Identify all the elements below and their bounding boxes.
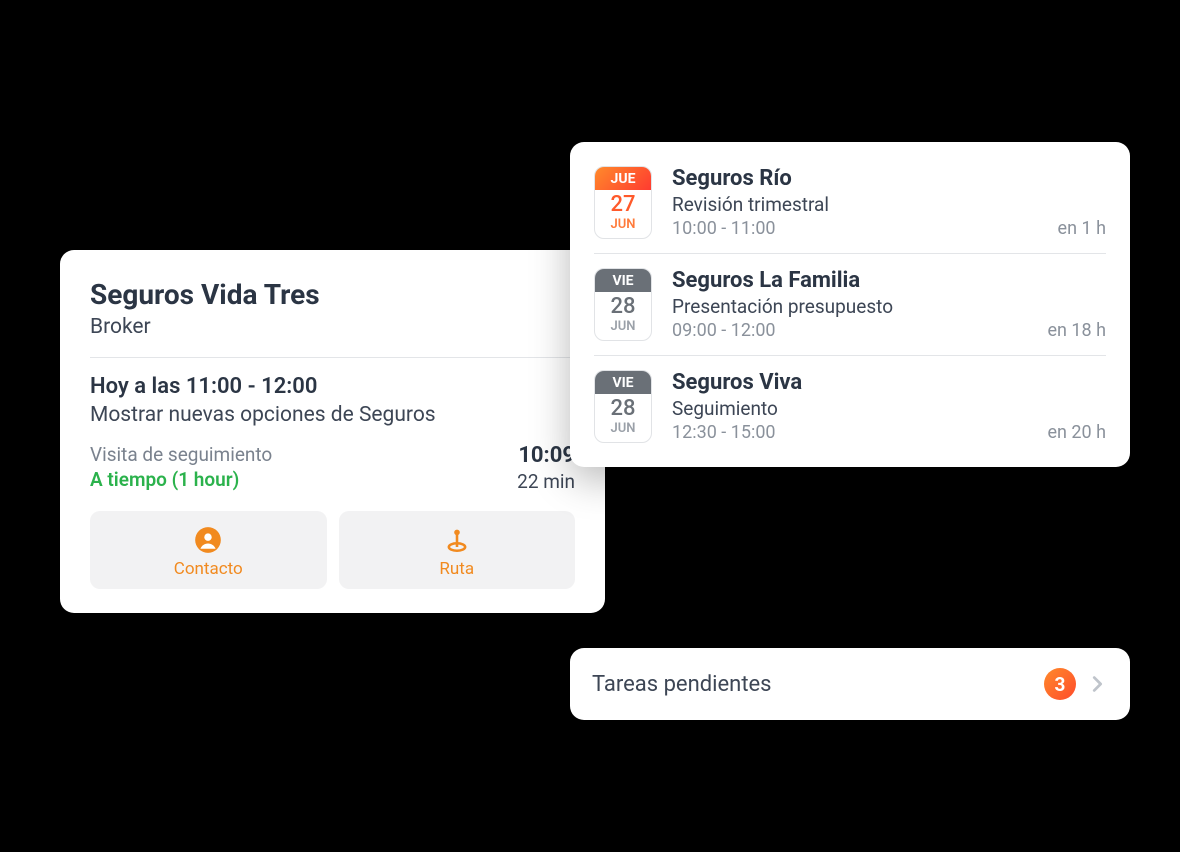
date-chip: JUE 27 JUN: [594, 166, 652, 239]
event-description: Seguimiento: [672, 397, 1106, 420]
event-title: Seguros Viva: [672, 370, 1106, 395]
date-day: 28: [610, 394, 635, 421]
event-relative-time: en 18 h: [1047, 320, 1106, 341]
route-button[interactable]: Ruta: [339, 511, 576, 589]
event-description: Revisión trimestral: [672, 193, 1106, 216]
event-relative-time: en 20 h: [1047, 422, 1106, 443]
visit-company-role: Broker: [90, 315, 575, 358]
visit-status: A tiempo (1 hour): [90, 468, 272, 491]
date-month: JUN: [611, 319, 636, 338]
visit-description: Mostrar nuevas opciones de Seguros: [90, 403, 575, 427]
date-day: 27: [610, 190, 635, 217]
pending-tasks-label: Tareas pendientes: [592, 672, 1044, 697]
event-row[interactable]: VIE 28 JUN Seguros Viva Seguimiento 12:3…: [594, 356, 1106, 447]
event-hours: 12:30 - 15:00: [672, 422, 776, 443]
visit-actions: Contacto Ruta: [90, 511, 575, 589]
visit-detail-card: Seguros Vida Tres Broker Hoy a las 11:00…: [60, 250, 605, 613]
upcoming-events-card: JUE 27 JUN Seguros Río Revisión trimestr…: [570, 142, 1130, 467]
date-month: JUN: [611, 421, 636, 440]
pending-tasks-card[interactable]: Tareas pendientes 3: [570, 648, 1130, 720]
date-month: JUN: [611, 217, 636, 236]
contact-button[interactable]: Contacto: [90, 511, 327, 589]
visit-status-row: Visita de seguimiento A tiempo (1 hour) …: [90, 443, 575, 493]
route-pin-icon: [442, 525, 472, 555]
event-relative-time: en 1 h: [1058, 218, 1106, 239]
date-day: 28: [610, 292, 635, 319]
event-row[interactable]: JUE 27 JUN Seguros Río Revisión trimestr…: [594, 162, 1106, 254]
date-chip: VIE 28 JUN: [594, 370, 652, 443]
visit-company-title: Seguros Vida Tres: [90, 278, 575, 311]
visit-type: Visita de seguimiento: [90, 443, 272, 466]
route-button-label: Ruta: [439, 559, 474, 579]
date-weekday: JUE: [595, 167, 651, 190]
eta-label: 22 min: [517, 470, 575, 493]
date-weekday: VIE: [595, 371, 651, 394]
event-hours: 09:00 - 12:00: [672, 320, 776, 341]
event-title: Seguros Río: [672, 166, 1106, 191]
date-chip: VIE 28 JUN: [594, 268, 652, 341]
current-clock: 10:09: [517, 443, 575, 468]
visit-time-label: Hoy a las 11:00 - 12:00: [90, 374, 575, 399]
person-icon: [193, 525, 223, 555]
event-row[interactable]: VIE 28 JUN Seguros La Familia Presentaci…: [594, 254, 1106, 356]
event-description: Presentación presupuesto: [672, 295, 1106, 318]
date-weekday: VIE: [595, 269, 651, 292]
chevron-right-icon: [1086, 673, 1108, 695]
event-title: Seguros La Familia: [672, 268, 1106, 293]
event-hours: 10:00 - 11:00: [672, 218, 776, 239]
contact-button-label: Contacto: [174, 559, 243, 579]
pending-tasks-badge: 3: [1044, 668, 1076, 700]
